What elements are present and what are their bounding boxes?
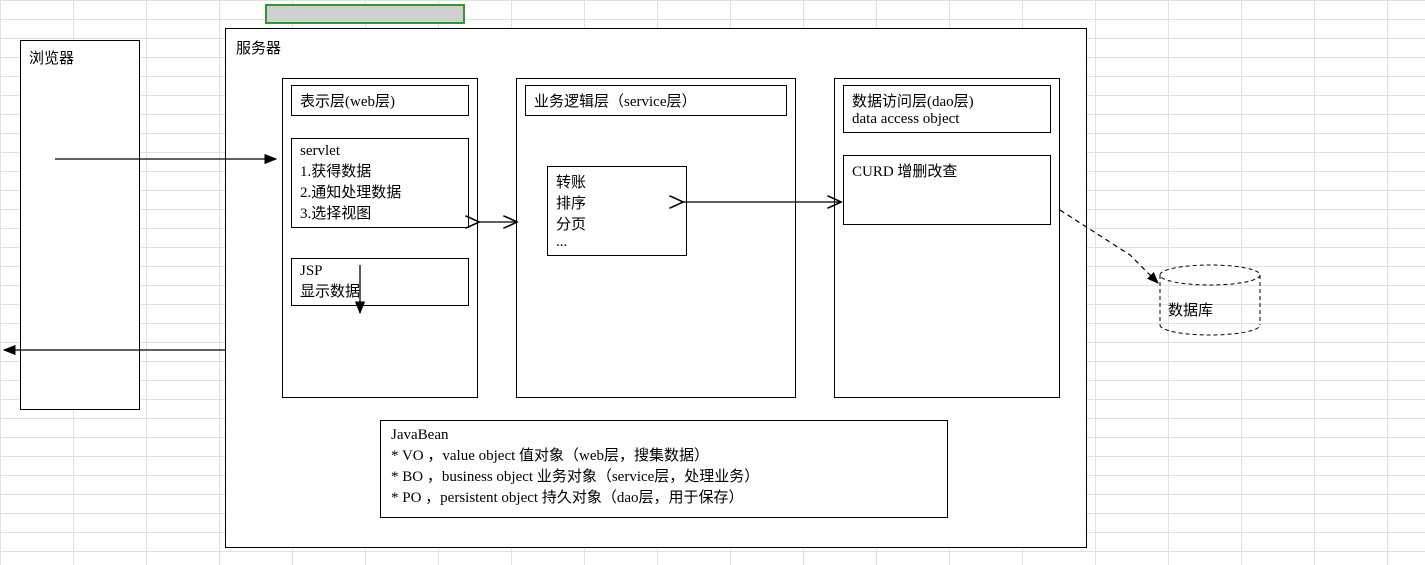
server-title: 服务器 bbox=[236, 41, 281, 57]
service-layer-box: 业务逻辑层（service层） 转账 排序 分页 ... bbox=[516, 78, 796, 398]
javabean-text: JavaBean * VO ，value object 值对象（web层，搜集数… bbox=[391, 427, 937, 507]
selected-cell bbox=[265, 4, 465, 24]
dao-curd-text: CURD 增删改查 bbox=[852, 164, 957, 180]
dao-layer-title: 数据访问层(dao层) data access object bbox=[852, 90, 1042, 128]
servlet-text: servlet 1.获得数据 2.通知处理数据 3.选择视图 bbox=[300, 143, 460, 223]
browser-title: 浏览器 bbox=[29, 51, 74, 67]
jsp-text: JSP 显示数据 bbox=[300, 263, 460, 301]
service-ops-box: 转账 排序 分页 ... bbox=[547, 166, 687, 256]
web-layer-box: 表示层(web层) servlet 1.获得数据 2.通知处理数据 3.选择视图… bbox=[282, 78, 478, 398]
database-label: 数据库 bbox=[1168, 299, 1213, 320]
service-ops-text: 转账 排序 分页 ... bbox=[556, 171, 678, 251]
web-layer-title: 表示层(web层) bbox=[300, 94, 395, 110]
browser-box: 浏览器 bbox=[20, 40, 140, 410]
servlet-box: servlet 1.获得数据 2.通知处理数据 3.选择视图 bbox=[291, 138, 469, 228]
dao-layer-box: 数据访问层(dao层) data access object CURD 增删改查 bbox=[834, 78, 1060, 398]
web-layer-title-box: 表示层(web层) bbox=[291, 85, 469, 116]
jsp-box: JSP 显示数据 bbox=[291, 258, 469, 306]
javabean-box: JavaBean * VO ，value object 值对象（web层，搜集数… bbox=[380, 420, 948, 518]
dao-curd-box: CURD 增删改查 bbox=[843, 155, 1051, 225]
service-layer-title: 业务逻辑层（service层） bbox=[534, 94, 696, 110]
service-layer-title-box: 业务逻辑层（service层） bbox=[525, 85, 787, 116]
dao-layer-title-box: 数据访问层(dao层) data access object bbox=[843, 85, 1051, 133]
